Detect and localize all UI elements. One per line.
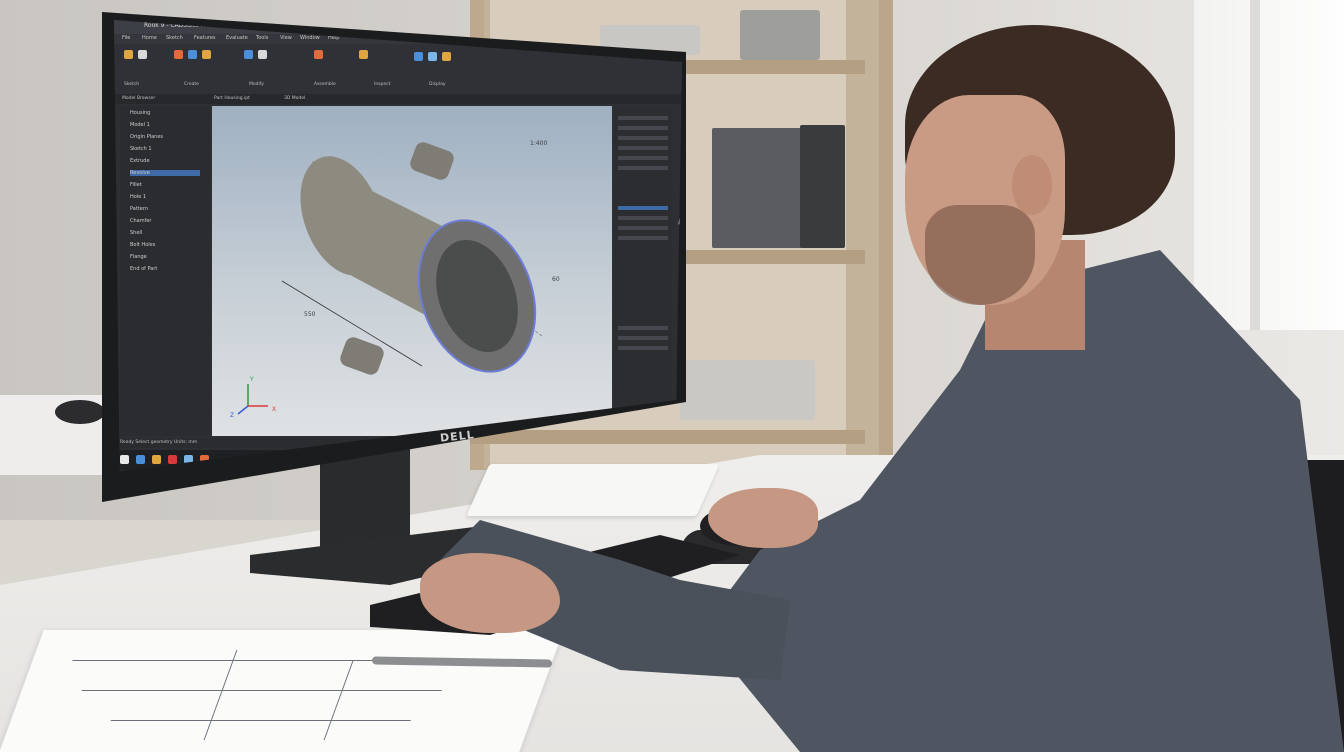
tree-item[interactable]: Fillet	[130, 182, 142, 188]
property-row[interactable]	[618, 146, 668, 150]
dimension-label: 60	[552, 276, 560, 283]
ribbon-group-label: Assemble	[314, 82, 336, 87]
notebook	[466, 464, 720, 516]
binder	[800, 125, 845, 248]
mounting-lug	[410, 142, 454, 180]
3d-viewport[interactable]: 550 60 1:400 X Y Z	[212, 106, 682, 436]
tree-item[interactable]: End of Part	[130, 266, 157, 272]
property-row[interactable]	[618, 166, 668, 170]
menu-item[interactable]: Features	[194, 35, 216, 41]
3d-part-model	[237, 142, 543, 415]
hole-icon[interactable]	[202, 50, 211, 59]
mounting-lug	[340, 337, 384, 375]
menu-item[interactable]: Sketch	[166, 35, 183, 41]
extrude-icon[interactable]	[174, 50, 183, 59]
folder-icon[interactable]	[152, 455, 161, 464]
person-beard	[925, 205, 1035, 305]
app-icon[interactable]	[168, 455, 177, 464]
property-row[interactable]	[618, 216, 668, 220]
property-row[interactable]	[618, 226, 668, 230]
axis-label-y: Y	[250, 376, 254, 383]
property-row[interactable]	[618, 156, 668, 160]
window-frame	[1250, 0, 1260, 330]
tree-item[interactable]: Extrude	[130, 158, 150, 164]
chamfer-icon[interactable]	[258, 50, 267, 59]
tab[interactable]: Part Housing.ipt	[214, 96, 250, 101]
person-ear	[1012, 155, 1052, 215]
pattern-icon[interactable]	[314, 50, 323, 59]
tab[interactable]: Model Browser	[122, 96, 155, 101]
axis-label-z: Z	[230, 412, 235, 419]
property-row[interactable]	[618, 326, 668, 330]
new-icon[interactable]	[138, 50, 147, 59]
property-row[interactable]	[618, 346, 668, 350]
ribbon-group-label: Create	[184, 82, 199, 87]
tree-item[interactable]: Bolt Holes	[130, 242, 155, 248]
status-text: Ready Select geometry Units: mm	[120, 440, 198, 445]
shelf-board	[470, 430, 865, 444]
menu-item[interactable]: Window	[300, 35, 320, 41]
menu-item[interactable]: File	[122, 35, 130, 41]
photo-scene: DELL Rook 9 - CADSuite Pro - [Flange Hou…	[0, 0, 1344, 752]
model-browser-panel: Housing Model 1 Origin Planes Sketch 1 E…	[120, 106, 210, 436]
properties-panel	[614, 106, 672, 406]
shelf-device	[680, 360, 815, 420]
property-row[interactable]	[618, 236, 668, 240]
tree-item[interactable]: Shell	[130, 230, 142, 236]
hand-on-mouse	[708, 488, 818, 548]
dimension-label: 1:400	[530, 140, 548, 147]
document-tabs: Model Browser Part Housing.ipt 3D Model	[114, 94, 682, 104]
fillet-icon[interactable]	[244, 50, 253, 59]
property-row[interactable]	[618, 336, 668, 340]
tree-item[interactable]: Housing	[130, 110, 150, 116]
sketch-icon[interactable]	[124, 50, 133, 59]
mouse	[55, 400, 105, 424]
ribbon-group-label: Sketch	[124, 82, 140, 87]
browser-icon[interactable]	[136, 455, 145, 464]
tree-item[interactable]: Origin Planes	[130, 134, 163, 140]
inspect-icon[interactable]	[428, 52, 437, 61]
tree-item[interactable]: Model 1	[130, 122, 150, 128]
property-row-selected[interactable]	[618, 206, 668, 210]
property-row[interactable]	[618, 136, 668, 140]
tree-item[interactable]: Pattern	[130, 206, 148, 212]
tab[interactable]: 3D Model	[284, 96, 305, 101]
menu-item[interactable]: View	[280, 35, 292, 41]
menu-item[interactable]: Home	[142, 35, 157, 41]
shelf-device	[740, 10, 820, 60]
axis-label-x: X	[272, 406, 277, 413]
tree-item[interactable]: Chamfer	[130, 218, 152, 224]
tree-item[interactable]: Sketch 1	[130, 146, 152, 152]
property-row[interactable]	[618, 116, 668, 120]
ribbon-group-label: Inspect	[374, 82, 391, 87]
tree-item[interactable]: Hole 1	[130, 194, 146, 200]
menu-item[interactable]: Evaluate	[226, 35, 248, 41]
binder	[712, 128, 802, 248]
room-window	[1180, 0, 1344, 330]
dimension-label: 550	[304, 311, 316, 318]
property-row[interactable]	[618, 126, 668, 130]
tree-item-selected[interactable]: Revolve	[130, 170, 200, 176]
start-icon[interactable]	[120, 455, 129, 464]
blueprint-drawing	[0, 630, 564, 752]
assemble-icon[interactable]	[359, 50, 368, 59]
menu-item[interactable]: Tools	[256, 35, 268, 41]
ribbon-group-label: Modify	[249, 82, 264, 87]
measure-icon[interactable]	[414, 52, 423, 61]
tree-item[interactable]: Flange	[130, 254, 147, 260]
revolve-icon[interactable]	[188, 50, 197, 59]
ribbon-group-label: Display	[429, 82, 446, 87]
display-icon[interactable]	[442, 52, 451, 61]
